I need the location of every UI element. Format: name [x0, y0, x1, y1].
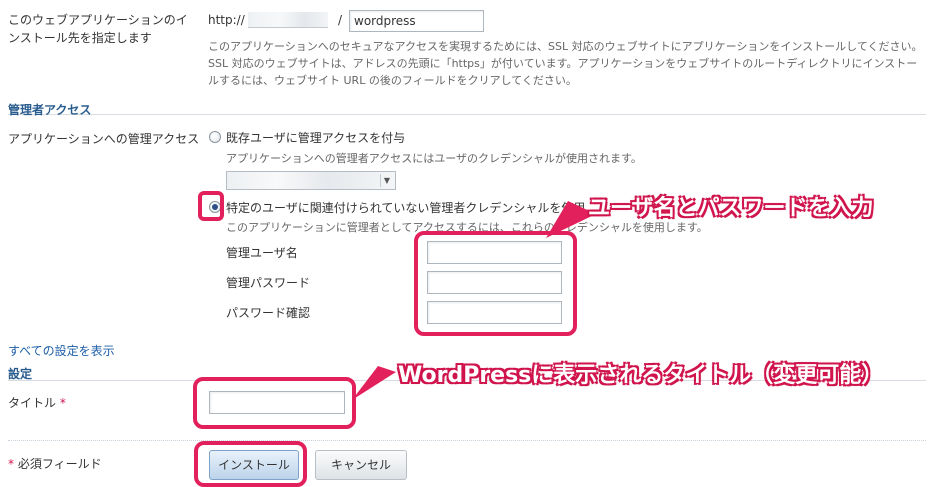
annotation-arrows: [352, 201, 596, 400]
annotation-credentials: ユーザ名とパスワードを入力: [588, 196, 874, 221]
annotation-title: WordPressに表示されるタイトル（変更可能）: [398, 363, 884, 388]
arrow-to-title: [352, 366, 396, 400]
